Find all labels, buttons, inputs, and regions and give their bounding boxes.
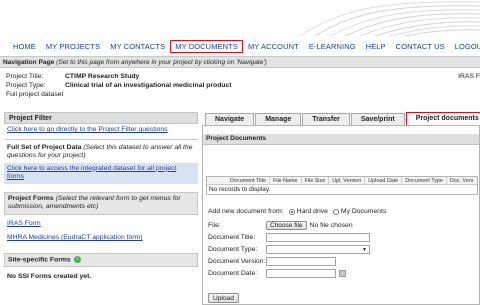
site-specific-title: Site-specific Forms <box>8 255 71 263</box>
project-title-label: Project Title: <box>6 73 44 80</box>
project-filter-heading: Project Filter <box>4 112 198 124</box>
full-dataset-label: Full project dataset <box>6 91 64 98</box>
nav-help[interactable]: HELP <box>361 41 391 52</box>
nav-my-projects[interactable]: MY PROJECTS <box>41 41 105 52</box>
hard-drive-label: Hard drive <box>296 208 328 215</box>
tab-save-print[interactable]: Save/print <box>350 113 405 125</box>
nav-home[interactable]: HOME <box>8 41 41 52</box>
hard-drive-radio[interactable] <box>288 208 295 215</box>
document-title-input[interactable] <box>266 233 370 242</box>
add-from-label: Add new document from: <box>208 208 284 215</box>
document-date-input[interactable] <box>266 269 336 278</box>
navigation-page-bar: Navigation Page (Set to this page from a… <box>0 56 480 68</box>
document-type-select[interactable]: ▼ <box>266 245 370 254</box>
banner-swirl-graphic <box>299 1 480 36</box>
document-type-label: Document Type: <box>208 245 258 253</box>
no-records-text: No records to display. <box>209 186 271 193</box>
column-header[interactable]: Upload Date <box>364 177 401 184</box>
my-documents-radio[interactable] <box>332 208 339 215</box>
column-header[interactable]: Document Title <box>227 177 269 184</box>
nav-logout[interactable]: LOGOUT <box>450 41 480 52</box>
mhra-form-link[interactable]: MHRA Medicines (EudraCT application form… <box>4 232 198 245</box>
document-date-label: Document Date: <box>208 269 258 277</box>
nav-my-documents[interactable]: MY DOCUMENTS <box>170 40 243 53</box>
iras-label: IRAS F <box>458 73 480 80</box>
top-navigation: HOME MY PROJECTS MY CONTACTS MY DOCUMENT… <box>8 40 480 53</box>
column-header[interactable]: Document Type <box>401 177 446 184</box>
table-header: Document Title File Name File Size Upl. … <box>207 177 477 185</box>
left-sidebar: Project Filter Click here to go directly… <box>4 112 198 305</box>
project-title-value: CTIMP Research Study <box>65 73 140 80</box>
no-ssi-forms-text: No SSI Forms created yet. <box>7 273 92 281</box>
project-documents-panel: Project Documents Document Title File Na… <box>202 125 480 305</box>
tab-navigate[interactable]: Navigate <box>205 113 255 125</box>
file-label: File: <box>208 221 221 229</box>
upload-button[interactable]: Upload <box>208 293 239 303</box>
info-icon[interactable]: i <box>73 255 81 263</box>
site-specific-heading: Site-specific Forms i <box>4 252 198 268</box>
nav-my-contacts[interactable]: MY CONTACTS <box>105 41 170 52</box>
project-forms-title: Project Forms <box>8 194 54 202</box>
calendar-icon[interactable] <box>339 270 346 277</box>
tab-manage[interactable]: Manage <box>255 113 302 125</box>
column-header[interactable]: File Name <box>268 177 301 184</box>
document-version-input[interactable] <box>266 257 336 266</box>
upload-form: Add new document from: Hard drive My Doc… <box>208 208 478 281</box>
project-info: Project Title: CTIMP Research Study Proj… <box>6 72 480 99</box>
main-panel: Navigate Manage Transfer Save/print Proj… <box>202 112 480 305</box>
nav-my-account[interactable]: MY ACCOUNT <box>243 41 304 52</box>
navigation-page-hint: (Set to this page from anywhere in your … <box>56 59 267 66</box>
chevron-down-icon: ▼ <box>362 247 367 253</box>
nav-e-learning[interactable]: E-LEARNING <box>304 41 361 52</box>
iras-form-link[interactable]: IRAS Form <box>4 218 198 231</box>
divider <box>4 138 198 140</box>
tab-project-documents[interactable]: Project documents <box>405 112 480 125</box>
full-set-description: Full Set of Project Data (Select this da… <box>4 142 198 163</box>
documents-table: Document Title File Name File Size Upl. … <box>206 176 478 195</box>
no-file-text: No file chosen <box>309 222 353 229</box>
header-banner <box>0 0 480 36</box>
tab-transfer[interactable]: Transfer <box>302 113 350 125</box>
project-documents-heading: Project Documents <box>203 134 479 145</box>
navigation-page-label: Navigation Page <box>3 59 55 66</box>
column-header[interactable]: Doc. Vers <box>445 177 476 184</box>
project-type-value: Clinical trial of an investigational med… <box>65 82 232 89</box>
nav-contact-us[interactable]: CONTACT US <box>391 41 450 52</box>
integrated-dataset-link[interactable]: Click here to access the integrated data… <box>4 162 198 184</box>
document-version-label: Document Version: <box>208 257 266 265</box>
document-title-label: Document Title: <box>208 233 256 241</box>
project-type-label: Project Type: <box>6 82 46 89</box>
column-header[interactable]: File Size <box>300 177 329 184</box>
full-set-title: Full Set of Project Data <box>7 143 82 151</box>
tab-bar: Navigate Manage Transfer Save/print Proj… <box>202 112 480 125</box>
column-header[interactable]: Upl. Version <box>328 177 364 184</box>
my-documents-label: My Documents <box>340 208 387 215</box>
project-filter-link[interactable]: Click here to go directly to the Project… <box>4 124 198 137</box>
choose-file-button[interactable]: Choose file <box>266 221 307 230</box>
project-forms-heading: Project Forms (Select the relevant form … <box>4 191 198 215</box>
